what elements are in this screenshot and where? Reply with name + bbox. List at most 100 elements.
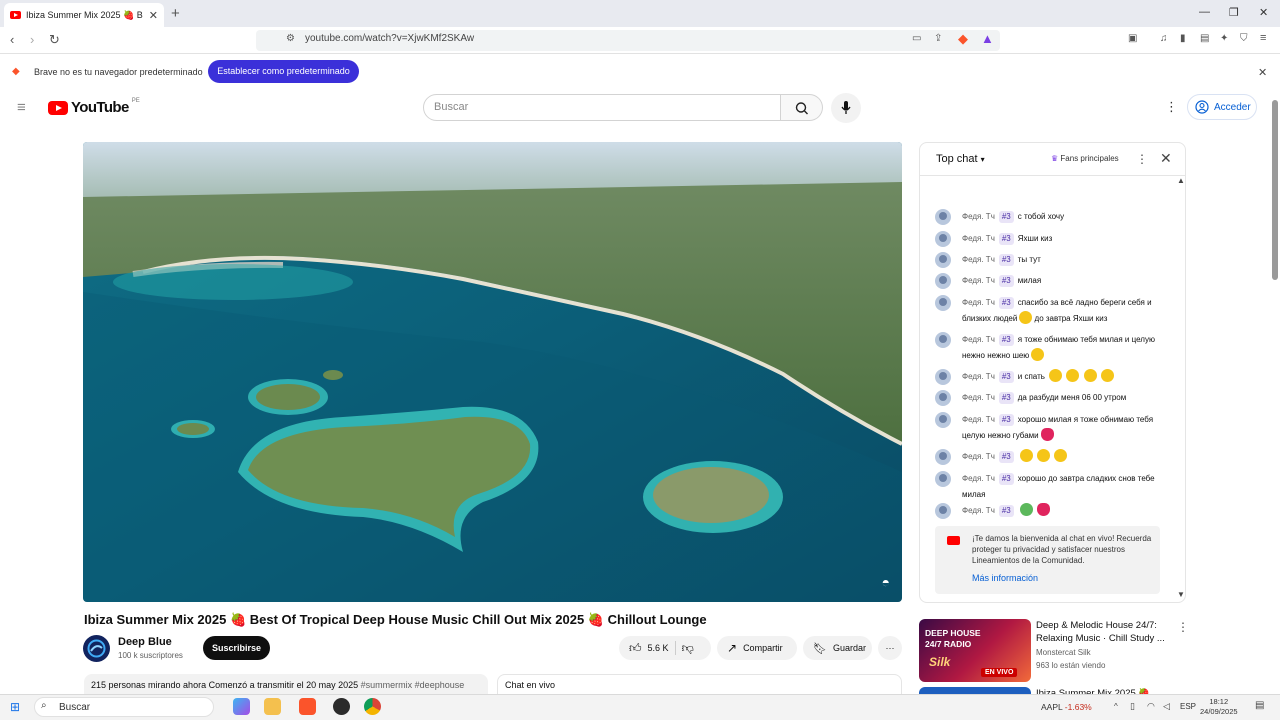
- chat-author[interactable]: Федя. Тч: [962, 452, 995, 461]
- vpn-icon[interactable]: ⛉: [1240, 33, 1248, 44]
- chat-more-icon[interactable]: ⋮: [1136, 152, 1148, 166]
- leo-ai-icon[interactable]: ✦: [1220, 33, 1228, 44]
- chat-author[interactable]: Федя. Тч: [962, 276, 995, 285]
- video-player[interactable]: ◓: [83, 142, 902, 602]
- wallet-icon[interactable]: ▤: [1200, 33, 1209, 44]
- more-actions-button[interactable]: ···: [878, 636, 902, 660]
- chat-close-icon[interactable]: ✕: [1160, 150, 1172, 167]
- forward-icon[interactable]: ›: [30, 32, 34, 47]
- windows-start-icon[interactable]: ⊞: [10, 700, 20, 714]
- more-options-icon[interactable]: ⋮: [1165, 99, 1178, 115]
- save-button[interactable]: 🔖︎ Guardar: [803, 636, 872, 660]
- recommendation-thumbnail[interactable]: DEEP HOUSE 24/7 RADIO Silk EN VIVO: [919, 619, 1031, 682]
- thumbs-down-icon[interactable]: 👎︎: [682, 641, 694, 656]
- notifications-icon[interactable]: ▤: [1255, 700, 1264, 711]
- channel-name[interactable]: Deep Blue: [118, 636, 172, 648]
- wifi-icon[interactable]: ◠: [1147, 701, 1155, 712]
- tray-chevron-icon[interactable]: ^: [1114, 702, 1118, 711]
- chat-author[interactable]: Федя. Тч: [962, 372, 995, 381]
- page-scrollbar[interactable]: [1272, 100, 1278, 280]
- chat-badge: #3: [998, 414, 1014, 426]
- top-fans-button[interactable]: ♛ Fans principales: [1051, 154, 1119, 163]
- menu-icon[interactable]: ≡: [1260, 32, 1266, 44]
- subscribe-button[interactable]: Suscribirse: [203, 636, 270, 660]
- brave-rewards-icon[interactable]: ▲: [981, 31, 994, 46]
- description-text: 215 personas mirando ahora Comenzó a tra…: [91, 680, 478, 690]
- live-chat-toggle[interactable]: [497, 674, 902, 694]
- volume-icon[interactable]: ◁: [1163, 701, 1170, 712]
- description-stats: 215 personas mirando ahora Comenzó a tra…: [91, 680, 359, 690]
- minimize-icon[interactable]: —: [1199, 6, 1210, 18]
- search-button[interactable]: [781, 94, 823, 121]
- restore-icon[interactable]: ❐: [1229, 6, 1239, 19]
- brave-taskbar-icon[interactable]: [299, 698, 316, 715]
- new-tab-icon[interactable]: +: [171, 5, 180, 22]
- sidebar-icon[interactable]: ▮: [1180, 33, 1186, 44]
- chat-author[interactable]: Федя. Тч: [962, 506, 995, 515]
- recommendation-channel[interactable]: Monstercat Silk: [1036, 648, 1091, 657]
- learn-more-link[interactable]: Más información: [972, 573, 1038, 583]
- chat-text-continued: до завтра Яхши киз: [1034, 314, 1108, 323]
- chat-author[interactable]: Федя. Тч: [962, 393, 995, 402]
- media-icon[interactable]: ♫: [1160, 33, 1168, 44]
- channel-avatar[interactable]: [83, 635, 110, 662]
- chat-author[interactable]: Федя. Тч: [962, 298, 995, 307]
- chat-author[interactable]: Федя. Тч: [962, 415, 995, 424]
- chat-avatar: [935, 369, 951, 385]
- chat-scroll-down-icon[interactable]: ▼: [1177, 590, 1185, 599]
- description-hashtags[interactable]: #summermix #deephouse: [361, 680, 465, 690]
- save-label: Guardar: [832, 643, 866, 653]
- like-count: 5.6 K: [647, 643, 669, 653]
- channel-watermark-icon[interactable]: ◓: [882, 574, 890, 590]
- language-indicator[interactable]: ESP: [1180, 702, 1196, 711]
- chat-scroll-up-icon[interactable]: ▲: [1177, 176, 1185, 185]
- infobar-close-icon[interactable]: ✕: [1258, 66, 1267, 79]
- voice-search-button[interactable]: [831, 93, 861, 123]
- search-icon: [795, 102, 808, 115]
- chat-text: с тобой хочу: [1017, 212, 1065, 221]
- share-icon[interactable]: ⇪: [934, 33, 942, 44]
- chrome-taskbar-icon[interactable]: [364, 698, 381, 715]
- chat-author[interactable]: Федя. Тч: [962, 335, 995, 344]
- copilot-icon[interactable]: [233, 698, 250, 715]
- chat-message: Федя. Тч #3 милая: [935, 273, 1165, 289]
- reload-icon[interactable]: ↻: [49, 32, 60, 48]
- tab-close-icon[interactable]: ✕: [149, 9, 158, 22]
- window-close-icon[interactable]: ✕: [1259, 6, 1268, 19]
- chat-message: Федя. Тч #3 Яхши киз: [935, 231, 1165, 247]
- chat-message: Федя. Тч #3 ты тут: [935, 252, 1165, 268]
- cast-icon[interactable]: ▭: [912, 33, 921, 44]
- recommendation-thumbnail[interactable]: [919, 687, 1031, 694]
- thumbs-up-icon: 👍︎: [629, 640, 642, 655]
- app-taskbar-icon[interactable]: [333, 698, 350, 715]
- set-default-button[interactable]: Establecer como predeterminado: [208, 60, 359, 83]
- site-info-icon[interactable]: ⚙: [286, 33, 295, 44]
- chat-author[interactable]: Федя. Тч: [962, 234, 995, 243]
- share-button[interactable]: ↗ Compartir: [717, 636, 797, 660]
- tray-icon[interactable]: ▯: [1130, 701, 1135, 712]
- recommendation-title[interactable]: Deep & Melodic House 24/7: Relaxing Musi…: [1036, 619, 1168, 645]
- crown-icon: ♛: [1051, 154, 1059, 163]
- sleepy-emoji-icon: [1054, 449, 1068, 462]
- back-icon[interactable]: ‹: [10, 32, 14, 47]
- chat-author[interactable]: Федя. Тч: [962, 255, 995, 264]
- url-text[interactable]: youtube.com/watch?v=XjwKMf2SKAw: [305, 33, 474, 44]
- hamburger-menu-icon[interactable]: ≡: [17, 99, 26, 116]
- file-explorer-icon[interactable]: [264, 698, 281, 715]
- browser-tab[interactable]: Ibiza Summer Mix 2025 🍓 B ✕: [4, 3, 164, 27]
- stock-ticker[interactable]: AAPL -1.63%: [1041, 702, 1092, 712]
- search-input[interactable]: [423, 94, 781, 121]
- ticker-symbol: AAPL: [1041, 702, 1063, 712]
- chat-author[interactable]: Федя. Тч: [962, 474, 995, 483]
- brave-logo-icon: ◆: [12, 66, 20, 77]
- extensions-icon[interactable]: ▣: [1128, 33, 1137, 44]
- taskbar-clock[interactable]: 18:12 24/09/2025: [1200, 697, 1238, 717]
- brave-shields-icon[interactable]: ◆: [958, 31, 968, 47]
- youtube-logo[interactable]: YouTube PE: [48, 98, 140, 116]
- signin-button[interactable]: Acceder: [1187, 94, 1257, 120]
- chat-message: Федя. Тч #3 спасибо за всё ладно береги се…: [935, 295, 1165, 327]
- like-button[interactable]: 👍︎ 5.6 K: [629, 641, 669, 656]
- chat-mode-selector[interactable]: Top chat ▾: [936, 153, 985, 165]
- recommendation-more-icon[interactable]: ⋮: [1177, 620, 1189, 634]
- chat-author[interactable]: Федя. Тч: [962, 212, 995, 221]
